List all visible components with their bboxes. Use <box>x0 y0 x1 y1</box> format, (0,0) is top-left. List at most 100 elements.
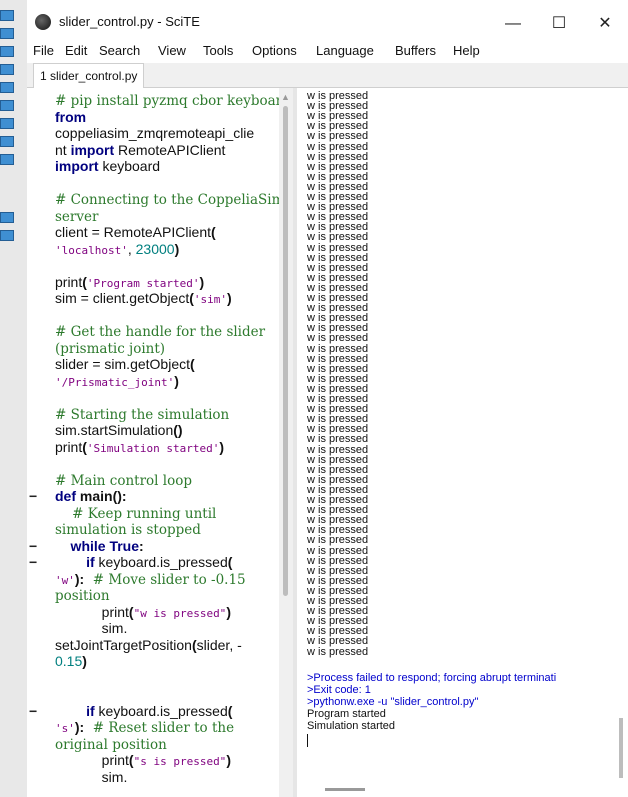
code-line[interactable]: 0.15) <box>55 653 87 669</box>
menu-file[interactable]: File <box>33 43 54 58</box>
code-line[interactable]: client = RemoteAPIClient( <box>55 224 216 240</box>
menu-edit[interactable]: Edit <box>65 43 87 58</box>
code-token: ) <box>226 603 231 620</box>
menu-language[interactable]: Language <box>316 43 374 58</box>
code-line[interactable]: setJointTargetPosition(slider, - <box>55 637 242 653</box>
menu-view[interactable]: View <box>158 43 186 58</box>
code-line[interactable]: coppeliasim_zmqremoteapi_clie <box>55 125 254 141</box>
code-line[interactable]: print("s is pressed") <box>55 752 231 770</box>
code-line[interactable]: # Keep running until <box>55 505 216 522</box>
code-line[interactable]: while True: <box>55 538 144 554</box>
fold-marker-icon[interactable]: − <box>29 538 37 554</box>
fold-marker-icon[interactable]: − <box>29 554 37 570</box>
code-token: keyboard.is_pressed <box>94 554 228 570</box>
code-token: slider = sim.getObject <box>55 356 190 372</box>
code-line[interactable]: sim.startSimulation() <box>55 422 183 438</box>
code-token: # Keep running until <box>55 505 217 522</box>
code-token: ) <box>227 290 232 306</box>
tab-slider-control[interactable]: 1 slider_control.py <box>33 63 145 88</box>
code-token: import <box>70 141 115 158</box>
code-editor[interactable]: − − − − # pip install pyzmq cbor keyboard fr… <box>27 88 289 797</box>
code-token: if <box>55 554 95 570</box>
code-token: position <box>55 588 110 604</box>
code-token: 'localhost' <box>55 243 128 257</box>
fold-marker-icon[interactable]: − <box>29 703 37 719</box>
menu-tools[interactable]: Tools <box>203 43 233 58</box>
fold-margin: − − − − <box>27 88 51 797</box>
code-token: while True <box>55 537 140 554</box>
close-button[interactable]: ✕ <box>582 11 628 37</box>
code-line[interactable]: sim. <box>55 620 128 636</box>
code-line[interactable]: if keyboard.is_pressed( <box>55 703 232 719</box>
code-token: ) <box>174 240 180 257</box>
code-line[interactable]: # Main control loop <box>55 472 192 489</box>
code-token: import <box>55 158 99 174</box>
menu-buffers[interactable]: Buffers <box>395 43 436 58</box>
folder-icon <box>0 46 14 57</box>
code-token: setJointTargetPosition <box>55 636 192 653</box>
minimize-button[interactable]: — <box>490 11 536 37</box>
code-token: keyboard.is_pressed <box>94 702 228 719</box>
code-token: ( <box>211 224 216 240</box>
folder-icon <box>0 28 14 39</box>
code-token: simulation is stopped <box>55 522 201 538</box>
code-line[interactable]: def main(): <box>55 488 127 504</box>
output-line: w is pressed <box>307 645 369 658</box>
code-line[interactable]: server <box>55 208 98 225</box>
code-token: ( <box>190 356 195 372</box>
output-pane[interactable]: w is pressed w is pressed w is pressed w is… <box>299 88 628 797</box>
title-bar[interactable]: slider_control.py - SciTE — ☐ ✕ <box>27 8 628 38</box>
code-line[interactable]: sim = client.getObject('sim') <box>55 290 232 308</box>
code-line[interactable]: # Starting the simulation <box>55 406 229 423</box>
code-line[interactable]: if keyboard.is_pressed( <box>55 554 232 570</box>
code-line[interactable]: 'localhost', 23000) <box>55 241 179 259</box>
code-line[interactable]: (prismatic joint) <box>55 340 165 357</box>
code-line[interactable]: slider = sim.getObject( <box>55 356 195 372</box>
output-scroll-thumb[interactable] <box>619 718 623 778</box>
code-line[interactable]: # Get the handle for the slider <box>55 323 265 340</box>
code-line[interactable]: from <box>55 109 86 125</box>
code-token: 23000 <box>135 240 175 257</box>
code-line[interactable]: print("w is pressed") <box>55 604 231 622</box>
code-line[interactable]: '/Prismatic_joint') <box>55 373 179 391</box>
code-token: sim = client.getObject <box>55 290 190 306</box>
code-token: '/Prismatic_joint' <box>55 375 175 389</box>
code-line[interactable]: import keyboard <box>55 158 160 174</box>
code-token: # Connecting to the CoppeliaSim <box>55 192 285 208</box>
menu-options[interactable]: Options <box>252 43 297 58</box>
code-token: # Reset slider to the <box>84 720 235 736</box>
folder-icon <box>0 136 14 147</box>
editor-vertical-scrollbar[interactable]: ▲ <box>279 88 293 797</box>
code-token: print <box>55 603 129 620</box>
code-line[interactable]: nt import RemoteAPIClient <box>55 142 225 158</box>
code-line[interactable]: simulation is stopped <box>55 521 201 538</box>
scroll-up-arrow-icon[interactable]: ▲ <box>281 92 290 102</box>
code-token: : <box>139 537 144 554</box>
pane-splitter[interactable] <box>293 88 297 797</box>
code-token: def <box>55 488 76 504</box>
code-token: server <box>55 208 99 225</box>
code-token: print <box>55 438 83 455</box>
code-line[interactable]: # pip install pyzmq cbor keyboard <box>55 92 289 109</box>
code-token: # Main control loop <box>55 472 192 489</box>
code-line[interactable]: 's'): # Reset slider to the <box>55 719 234 737</box>
maximize-button[interactable]: ☐ <box>536 11 582 37</box>
menu-search[interactable]: Search <box>99 43 140 58</box>
code-line[interactable]: # Connecting to the CoppeliaSim <box>55 191 284 208</box>
code-line[interactable]: print('Program started') <box>55 274 204 292</box>
window-title: slider_control.py - SciTE <box>59 14 200 29</box>
code-line[interactable]: position <box>55 587 110 604</box>
output-horizontal-scrollbar[interactable] <box>325 788 365 791</box>
code-line[interactable]: print('Simulation started') <box>55 439 224 457</box>
fold-marker-icon[interactable]: − <box>29 488 37 504</box>
output-message: >Exit code: 1 <box>307 683 371 696</box>
code-token: keyboard <box>98 158 161 174</box>
editor-scroll-thumb[interactable] <box>283 106 288 596</box>
code-line[interactable]: 'w'): # Move slider to -0.15 <box>55 571 246 589</box>
code-token: 'w' <box>55 573 75 587</box>
menu-help[interactable]: Help <box>453 43 480 58</box>
code-token: original position <box>55 736 167 753</box>
code-line[interactable]: sim. <box>55 769 128 785</box>
code-token: (): <box>112 488 127 504</box>
code-line[interactable]: original position <box>55 736 167 753</box>
